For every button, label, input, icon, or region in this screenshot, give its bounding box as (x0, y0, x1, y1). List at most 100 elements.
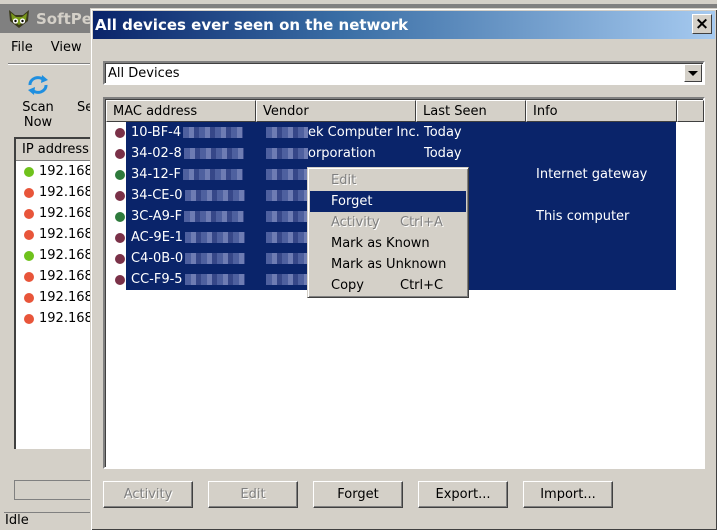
menu-item-shortcut: Ctrl+A (400, 215, 443, 230)
redacted-text (266, 274, 308, 285)
context-menu-item-copy[interactable]: Copy Ctrl+C (310, 275, 466, 296)
redacted-text (184, 190, 245, 201)
close-button[interactable]: × (692, 14, 712, 34)
online-status-icon (24, 166, 34, 177)
menu-item-label: Copy (331, 278, 364, 293)
context-menu-item-mark-as-unknown[interactable]: Mark as Unknown (310, 254, 466, 275)
owl-logo-icon (9, 9, 29, 28)
dialog-title: All devices ever seen on the network (95, 16, 409, 34)
info-cell: Internet gateway (536, 167, 648, 182)
menu-item-label: Edit (331, 173, 357, 188)
chevron-down-icon[interactable] (684, 64, 702, 82)
ip-address-text: 192.168 (39, 290, 93, 305)
activity-button[interactable]: Activity (103, 481, 193, 508)
device-filter-dropdown[interactable]: All Devices (103, 61, 705, 85)
column-header-info[interactable]: Info (526, 100, 677, 122)
info-cell (532, 248, 682, 269)
context-menu-item-mark-as-known[interactable]: Mark as Known (310, 233, 466, 254)
unknown-device-icon (115, 274, 125, 285)
ip-address-text: 192.168 (39, 248, 93, 263)
mac-address-text: AC-9E-1 (131, 230, 183, 245)
unknown-device-icon (115, 127, 125, 138)
info-cell: This computer (536, 209, 630, 224)
redacted-text (184, 232, 245, 243)
unknown-device-icon (115, 253, 125, 264)
vendor-cell: orporation (262, 143, 422, 164)
mac-address-text: C4-0B-0 (131, 251, 184, 266)
mac-address-cell: 34-02-8 (131, 143, 262, 164)
menu-item-shortcut: Ctrl+C (400, 278, 444, 293)
menu-item-label: Forget (331, 194, 373, 209)
offline-status-icon (24, 271, 34, 282)
column-header-last-seen[interactable]: Last Seen (416, 100, 526, 122)
dialog-titlebar[interactable]: All devices ever seen on the network (93, 11, 715, 39)
ip-address-text: 192.168 (39, 206, 93, 221)
menu-item-label: Mark as Unknown (331, 257, 447, 272)
unknown-device-icon (115, 190, 125, 201)
ip-address-text: 192.168 (39, 164, 93, 179)
import-button[interactable]: Import... (523, 481, 613, 508)
known-device-icon (115, 169, 125, 180)
column-header-vendor[interactable]: Vendor (256, 100, 416, 122)
redacted-text (183, 127, 244, 138)
table-row[interactable]: 10-BF-4 ek Computer Inc. Today (106, 122, 682, 143)
menu-view[interactable]: View (40, 38, 89, 58)
redacted-text (182, 169, 243, 180)
context-menu: Edit Forget Activity Ctrl+A Mark as Known Mar… (307, 167, 469, 298)
mac-address-cell: CC-F9-5 (131, 269, 262, 290)
redacted-text (266, 232, 308, 243)
column-header-filler (677, 100, 704, 122)
info-cell (532, 227, 682, 248)
mac-address-cell: 10-BF-4 (131, 122, 262, 143)
status-bar-text: Idle (4, 512, 94, 530)
redacted-text (266, 169, 308, 180)
ip-address-text: 192.168 (39, 227, 93, 242)
last-seen-cell: Today (424, 125, 462, 140)
unknown-device-icon (115, 148, 125, 159)
close-icon: × (694, 13, 710, 34)
redacted-text (184, 211, 245, 222)
context-menu-item-activity[interactable]: Activity Ctrl+A (310, 212, 466, 233)
vendor-text: orporation (308, 146, 376, 161)
mac-address-cell: AC-9E-1 (131, 227, 262, 248)
info-cell (532, 185, 682, 206)
mac-address-text: CC-F9-5 (131, 272, 183, 287)
redacted-text (266, 148, 308, 159)
offline-status-icon (24, 292, 34, 303)
info-cell (532, 122, 682, 143)
offline-status-icon (24, 208, 34, 219)
offline-status-icon (24, 229, 34, 240)
context-menu-item-edit[interactable]: Edit (310, 170, 466, 191)
edit-button[interactable]: Edit (208, 481, 298, 508)
menu-item-label: Mark as Known (331, 236, 430, 251)
redacted-text (266, 127, 308, 138)
vendor-text: ek Computer Inc. (308, 125, 420, 140)
vendor-cell: ek Computer Inc. (262, 122, 422, 143)
table-row[interactable]: 34-02-8 orporation Today (106, 143, 682, 164)
context-menu-item-forget[interactable]: Forget (310, 191, 466, 212)
mac-address-text: 34-12-F (131, 167, 181, 182)
export-button[interactable]: Export... (418, 481, 508, 508)
last-seen-cell: Today (424, 146, 462, 161)
menu-file[interactable]: File (0, 38, 40, 58)
mac-address-text: 3C-A9-F (131, 209, 183, 224)
info-cell (532, 269, 682, 290)
redacted-text (266, 211, 308, 222)
scan-now-label: Scan Now (22, 100, 54, 130)
refresh-icon (28, 75, 48, 95)
table-header: MAC address Vendor Last Seen Info (106, 100, 704, 122)
forget-button[interactable]: Forget (313, 481, 403, 508)
ip-address-text: 192.168 (39, 185, 93, 200)
column-header-mac[interactable]: MAC address (106, 100, 256, 122)
redacted-text (184, 274, 245, 285)
scan-now-button[interactable]: Scan Now (6, 74, 70, 130)
mac-address-cell: 3C-A9-F (131, 206, 262, 227)
mac-address-cell: 34-12-F (131, 164, 262, 185)
known-device-icon (115, 211, 125, 222)
offline-status-icon (24, 313, 34, 324)
redacted-text (266, 190, 308, 201)
unknown-device-icon (115, 232, 125, 243)
menu-item-label: Activity (331, 215, 380, 230)
online-status-icon (24, 250, 34, 261)
redacted-text (185, 253, 246, 264)
